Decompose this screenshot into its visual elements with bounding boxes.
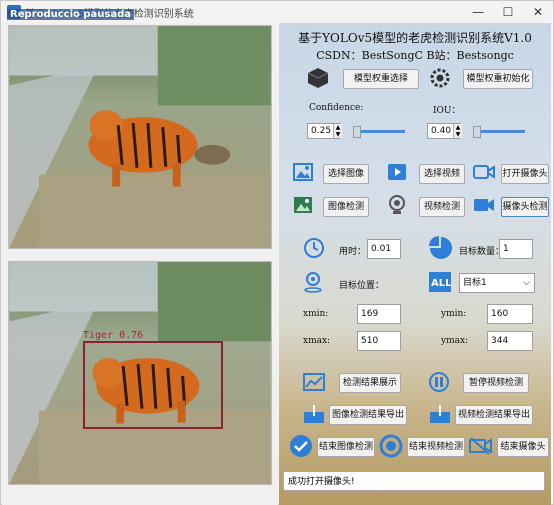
- ymax-value: 344: [487, 331, 533, 351]
- webcam-icon: [389, 195, 405, 214]
- time-value: 0.01: [367, 239, 401, 259]
- chevron-down-icon: ⌵: [523, 278, 530, 288]
- video-watermark: Reproduccio pausada: [7, 9, 134, 20]
- image-area: Tiger 0.76: [2, 23, 278, 505]
- all-targets-icon: ALL: [429, 272, 451, 292]
- tiger-source-image: [9, 26, 271, 248]
- target-select-value: 目标1: [463, 278, 487, 288]
- svg-text:ALL: ALL: [431, 278, 451, 289]
- iou-slider[interactable]: [475, 130, 525, 133]
- iou-label: IOU：: [433, 106, 461, 116]
- location-icon: [304, 272, 322, 293]
- detection-bounding-box: [83, 341, 223, 429]
- app-heading: 基于YOLOv5模型的老虎检测识别系统V1.0: [298, 31, 532, 45]
- pie-chart-icon: [429, 236, 452, 259]
- target-count-value: 1: [499, 239, 533, 259]
- init-model-weights-button[interactable]: 模型权重初始化: [463, 69, 533, 89]
- cube-icon: [307, 68, 329, 88]
- app-window: 基于YOLOv5模型的老虎检测识别系统 Reproduccio pausada …: [0, 0, 554, 505]
- export-image-results-button[interactable]: 图像检测结果导出: [329, 405, 407, 425]
- end-camera-button[interactable]: 结束摄像头: [497, 437, 549, 457]
- end-video-detect-button[interactable]: 结束视频检测: [407, 437, 465, 457]
- time-label: 用时：: [339, 247, 367, 257]
- video-file-icon: [388, 164, 406, 180]
- export-video-icon: [430, 405, 450, 423]
- iou-stepper[interactable]: ▲ ▼: [453, 124, 462, 138]
- check-circle-icon: [290, 435, 312, 457]
- maximize-button[interactable]: ☐: [493, 1, 523, 23]
- camera-icon: [473, 165, 495, 179]
- xmax-label: xmax:: [303, 336, 331, 346]
- image-icon: [293, 163, 313, 181]
- iou-slider-handle[interactable]: [473, 126, 481, 138]
- title-bar: 基于YOLOv5模型的老虎检测识别系统 Reproduccio pausada …: [1, 1, 553, 23]
- detection-label: Tiger 0.76: [83, 330, 144, 341]
- confidence-slider-handle[interactable]: [353, 126, 361, 138]
- minimize-button[interactable]: —: [463, 1, 493, 23]
- confidence-label: Confidence:: [309, 103, 364, 113]
- export-image-icon: [304, 405, 324, 423]
- clock-icon: [304, 238, 324, 258]
- open-camera-button[interactable]: 打开摄像头: [501, 164, 549, 184]
- ymax-label: ymax:: [441, 336, 469, 346]
- confidence-stepper[interactable]: ▲ ▼: [333, 124, 342, 138]
- result-image-panel: Tiger 0.76: [8, 261, 272, 485]
- stop-record-icon: [379, 434, 403, 458]
- pause-icon: [429, 372, 449, 392]
- status-bar: 成功打开摄像头!: [283, 471, 545, 491]
- xmax-value: 510: [357, 331, 401, 351]
- image-detect-icon: [294, 197, 312, 213]
- video-detect-button[interactable]: 视频检测: [419, 197, 465, 217]
- ymin-label: ymin:: [441, 309, 467, 319]
- xmin-value: 169: [357, 304, 401, 324]
- camera-detect-button[interactable]: 摄像头检测: [501, 197, 549, 217]
- target-position-label: 目标位置：: [339, 281, 385, 291]
- control-panel: 基于YOLOv5模型的老虎检测识别系统V1.0 CSDN：BestSongC B…: [279, 23, 551, 505]
- image-detect-button[interactable]: 图像检测: [323, 197, 369, 217]
- camera-off-icon: [469, 437, 492, 455]
- camera-detect-icon: [474, 199, 494, 211]
- pause-video-detect-button[interactable]: 暂停视频检测: [463, 373, 529, 393]
- xmin-label: xmin:: [303, 309, 329, 319]
- source-image-panel: [8, 25, 272, 249]
- line-chart-icon: [303, 373, 325, 391]
- app-subheading: CSDN：BestSongC B站：Bestsongc: [316, 49, 514, 62]
- target-select-dropdown[interactable]: 目标1 ⌵: [459, 273, 535, 293]
- target-count-label: 目标数量：: [459, 247, 505, 257]
- select-model-weights-button[interactable]: 模型权重选择: [343, 69, 419, 89]
- export-video-results-button[interactable]: 视频检测结果导出: [455, 405, 533, 425]
- close-button[interactable]: ✕: [523, 1, 553, 23]
- settings-icon: [430, 68, 450, 88]
- end-image-detect-button[interactable]: 结束图像检测: [317, 437, 375, 457]
- confidence-slider[interactable]: [355, 130, 405, 133]
- select-video-button[interactable]: 选择视频: [419, 164, 465, 184]
- ymin-value: 160: [487, 304, 533, 324]
- show-results-button[interactable]: 检测结果展示: [339, 373, 401, 393]
- select-image-button[interactable]: 选择图像: [323, 164, 369, 184]
